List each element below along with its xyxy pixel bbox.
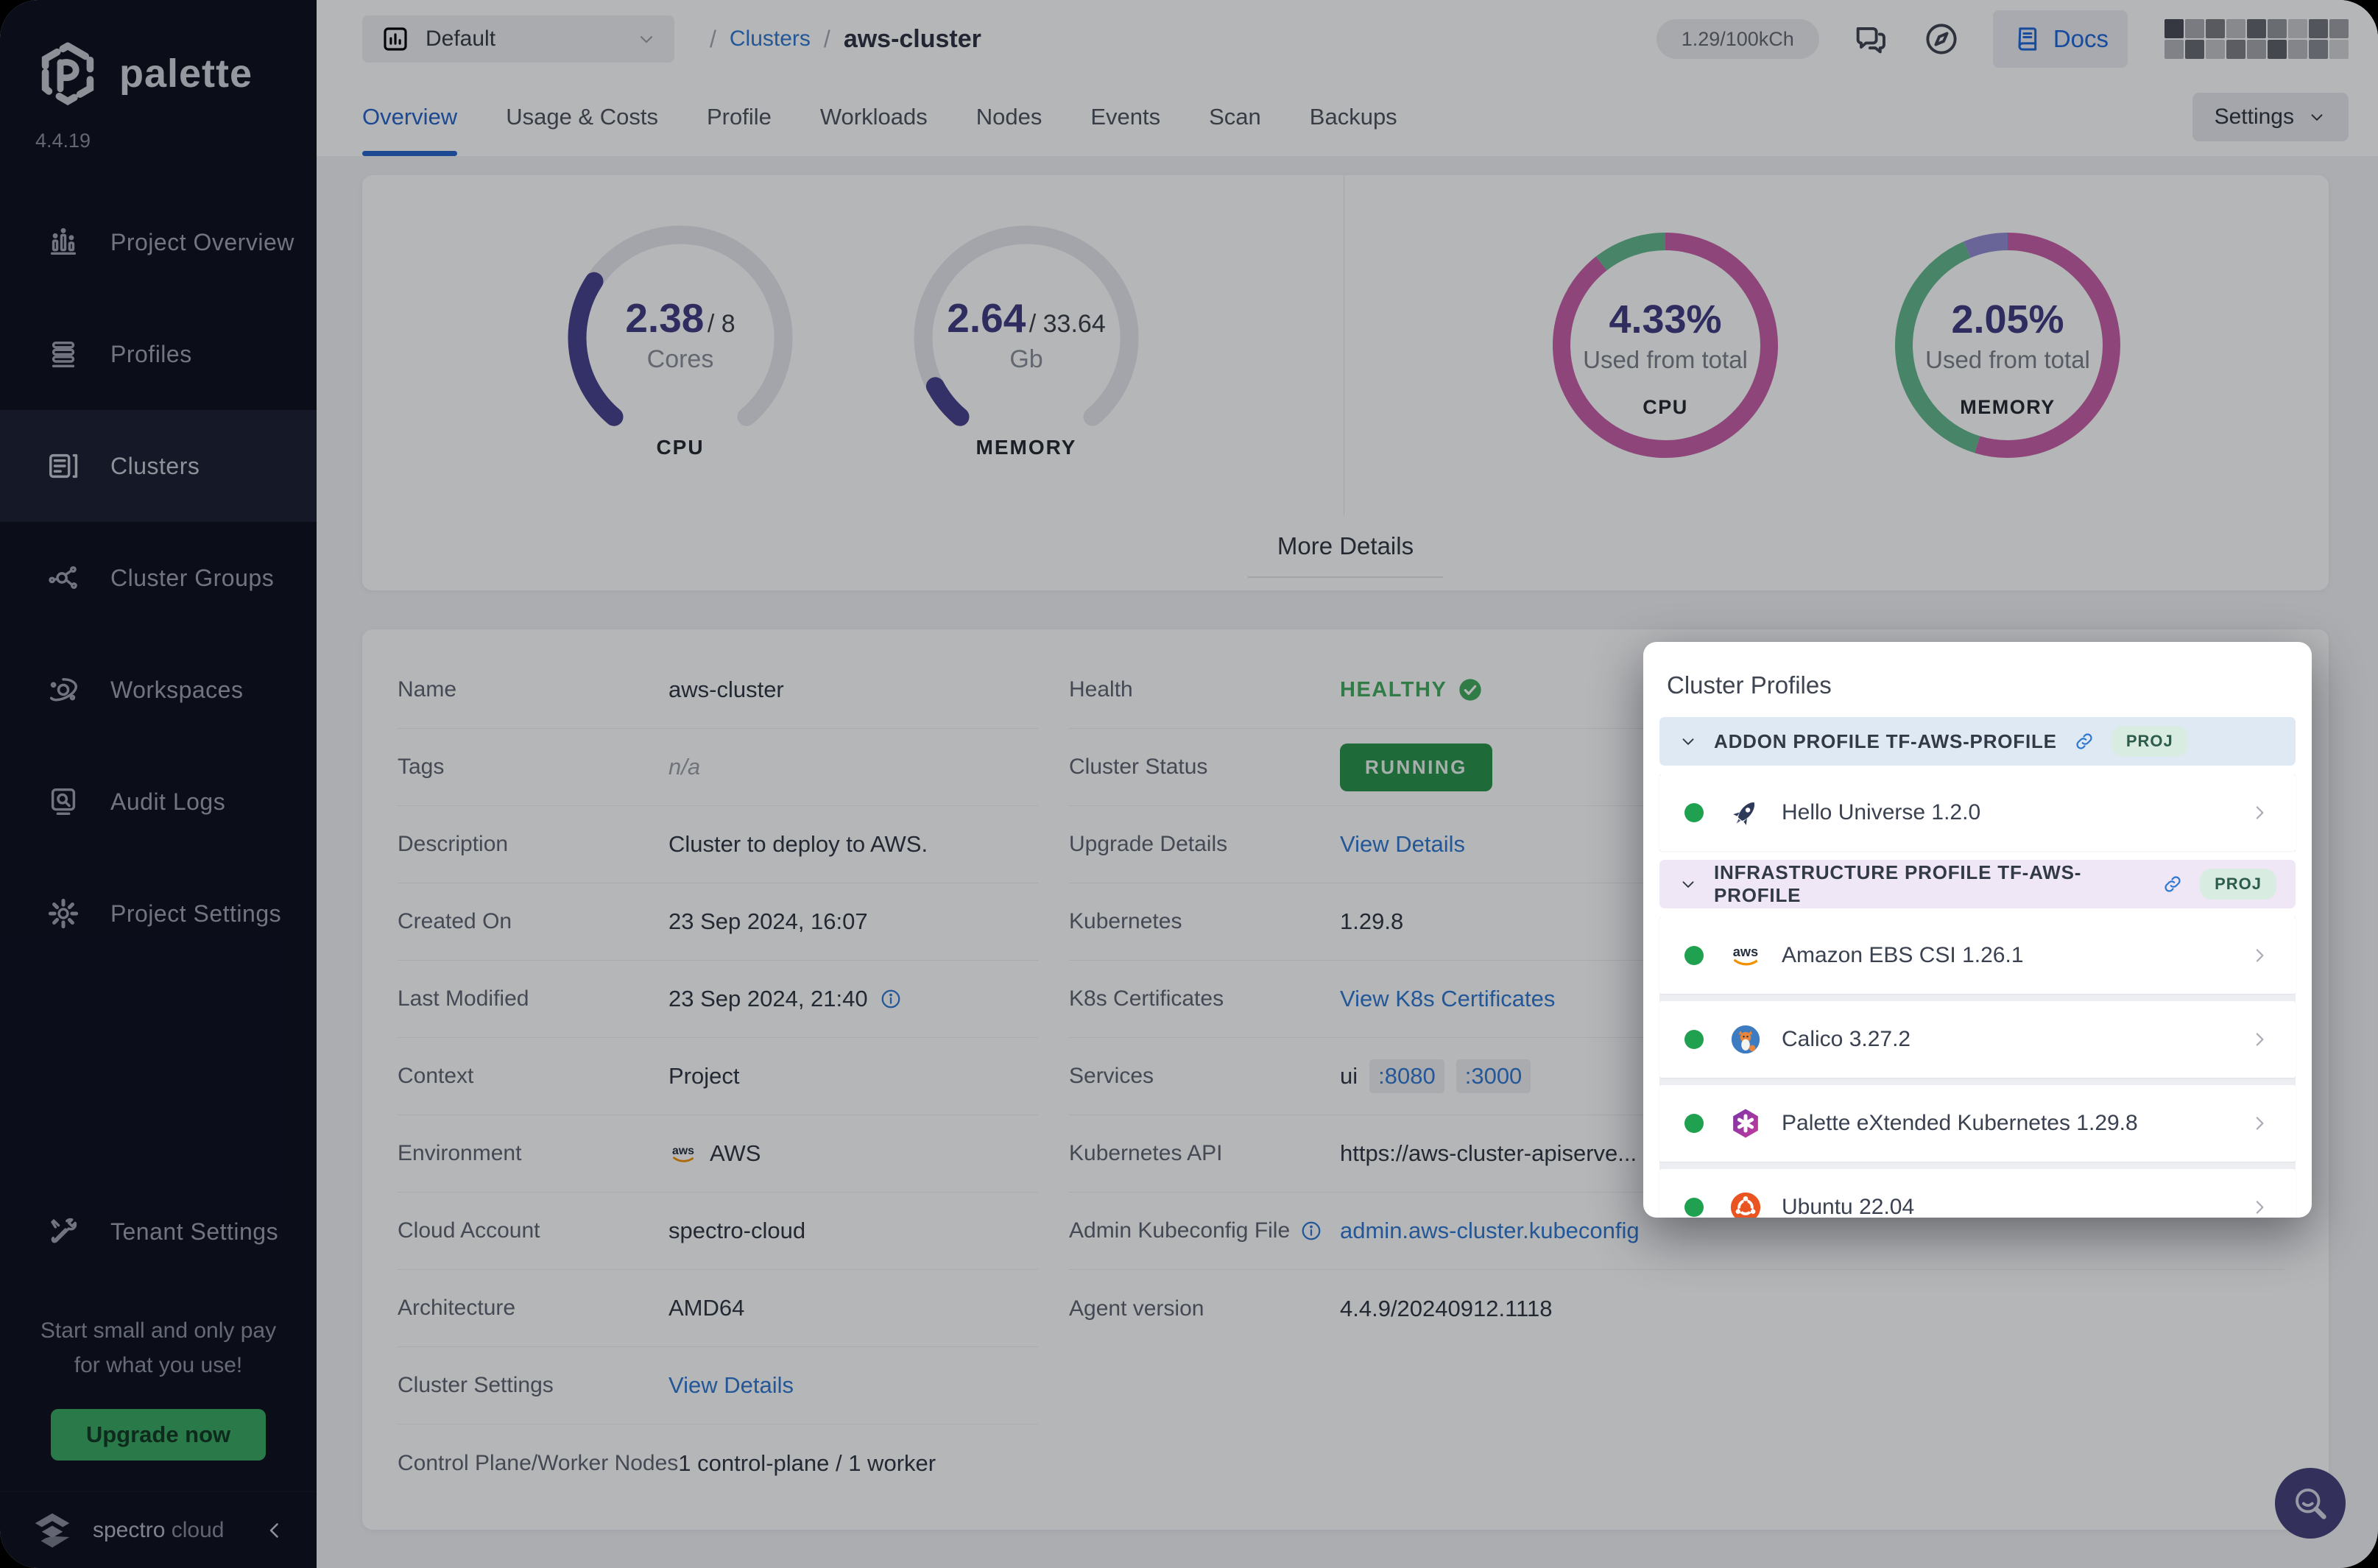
chevron-down-icon	[1679, 875, 1698, 894]
cluster-profiles-sections: ADDON PROFILE TF-AWS-PROFILE PROJ Hello …	[1659, 717, 2296, 1218]
chevron-right-icon	[2248, 944, 2271, 967]
cluster-profiles-title: Cluster Profiles	[1667, 671, 2296, 699]
pack-name: Amazon EBS CSI 1.26.1	[1782, 943, 2248, 968]
app-window: palette 4.4.19 Project Overview Profiles…	[0, 0, 2378, 1568]
pack-name: Hello Universe 1.2.0	[1782, 800, 2248, 825]
chevron-right-icon	[2248, 802, 2271, 824]
profile-section-body: aws Amazon EBS CSI 1.26.1 Calico 3.27.2 …	[1659, 917, 2296, 1218]
chevron-right-icon	[2248, 1112, 2271, 1134]
pack-status-dot	[1684, 803, 1704, 822]
chevron-right-icon	[2248, 1196, 2271, 1218]
pack-status-dot	[1684, 1198, 1704, 1217]
profile-section-body: Hello Universe 1.2.0	[1659, 774, 2296, 851]
profile-pack-row-hello-universe-1-2-0[interactable]: Hello Universe 1.2.0	[1659, 774, 2296, 851]
pxk-logo-icon	[1729, 1106, 1763, 1140]
proj-badge: PROJ	[2111, 726, 2188, 757]
profile-pack-row-ubuntu-22-04[interactable]: Ubuntu 22.04	[1659, 1169, 2296, 1218]
calico-logo-icon	[1729, 1023, 1763, 1056]
aws-logo-icon: aws	[1729, 939, 1763, 972]
chevron-down-icon	[1679, 732, 1698, 751]
profile-section-label: ADDON PROFILE TF-AWS-PROFILE	[1714, 730, 2057, 753]
cluster-profiles-panel: Cluster Profiles ADDON PROFILE TF-AWS-PR…	[1643, 642, 2312, 1218]
ubuntu-logo-icon	[1729, 1190, 1763, 1218]
profile-pack-row-calico-3-27-2[interactable]: Calico 3.27.2	[1659, 1001, 2296, 1078]
profile-pack-row-amazon-ebs-csi-1-26-1[interactable]: aws Amazon EBS CSI 1.26.1	[1659, 917, 2296, 994]
profile-section-header-addon[interactable]: ADDON PROFILE TF-AWS-PROFILE PROJ	[1659, 717, 2296, 766]
profile-section-header-infrastructure[interactable]: INFRASTRUCTURE PROFILE TF-AWS-PROFILE PR…	[1659, 860, 2296, 908]
pack-status-dot	[1684, 1114, 1704, 1133]
pack-name: Ubuntu 22.04	[1782, 1195, 2248, 1218]
profile-section-label: INFRASTRUCTURE PROFILE TF-AWS-PROFILE	[1714, 861, 2145, 907]
hello-universe-logo-icon	[1729, 796, 1763, 830]
link-icon[interactable]	[2162, 873, 2184, 895]
pack-name: Calico 3.27.2	[1782, 1027, 2248, 1052]
link-icon[interactable]	[2073, 730, 2095, 752]
pack-name: Palette eXtended Kubernetes 1.29.8	[1782, 1111, 2248, 1136]
pack-status-dot	[1684, 946, 1704, 965]
proj-badge: PROJ	[2200, 869, 2276, 900]
profile-pack-row-palette-extended-kubernetes-1-29-8[interactable]: Palette eXtended Kubernetes 1.29.8	[1659, 1085, 2296, 1162]
chevron-right-icon	[2248, 1028, 2271, 1050]
pack-status-dot	[1684, 1030, 1704, 1049]
svg-text:aws: aws	[1733, 944, 1758, 959]
